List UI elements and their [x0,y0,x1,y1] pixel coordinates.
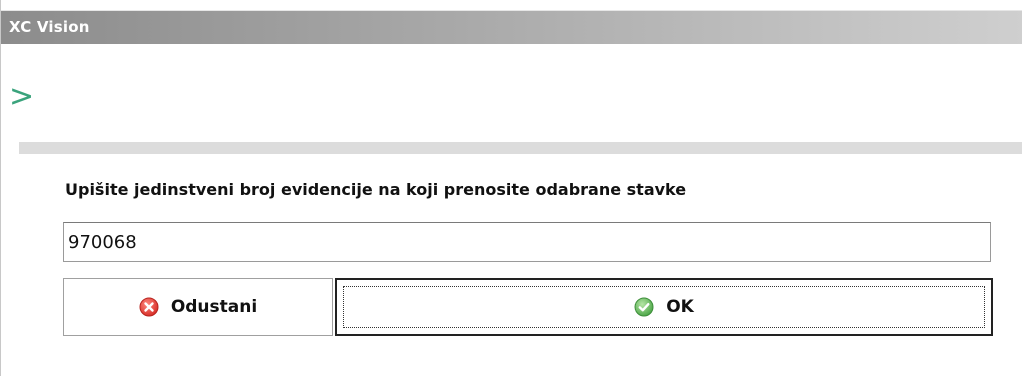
instruction-label: Upišite jedinstveni broj evidencije na k… [65,180,687,199]
focus-ring [343,286,985,328]
ok-button-label: OK [666,297,694,317]
title-bar: XC Vision [1,10,1022,44]
divider [19,142,1022,154]
dialog-window: XC Vision > Upišite jedinstveni broj evi… [0,0,1022,376]
cancel-button[interactable]: Odustani [63,278,333,336]
window-title: XC Vision [9,18,90,36]
cancel-button-label: Odustani [170,297,258,317]
evidence-number-input[interactable] [63,222,991,262]
check-icon [634,297,654,317]
prompt-arrow-icon: > [9,79,35,114]
ok-button[interactable]: OK [335,278,993,336]
cancel-icon [139,297,159,317]
